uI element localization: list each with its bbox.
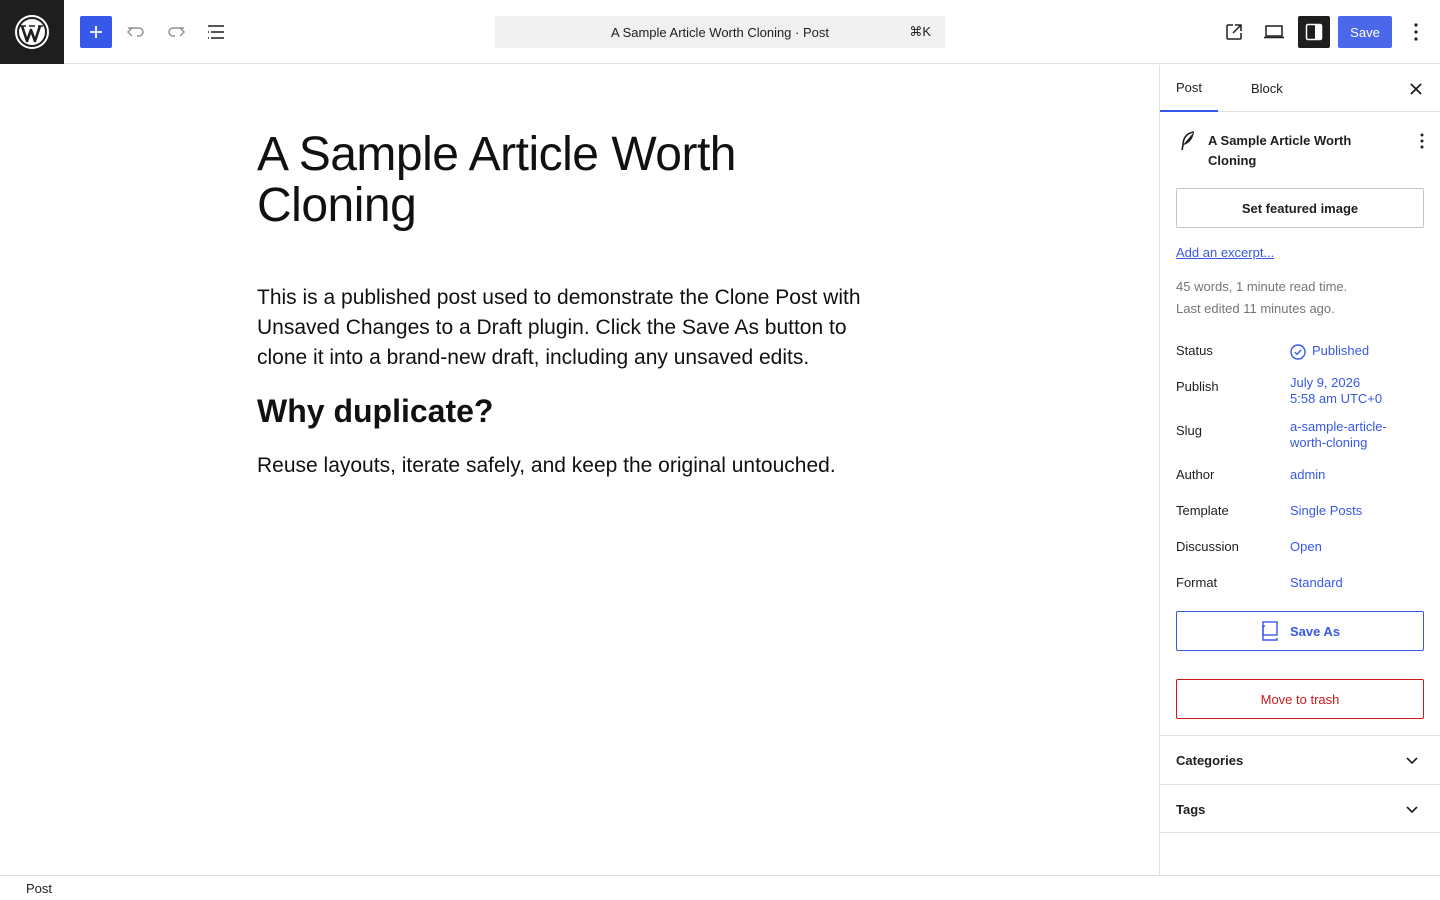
undo-icon [126,27,144,37]
save-as-button[interactable]: Save As [1176,611,1424,651]
tab-block[interactable]: Block [1235,65,1299,112]
external-link-icon [1226,24,1242,40]
author-label: Author [1176,467,1215,482]
document-overview-button[interactable] [200,16,232,48]
add-block-button[interactable] [80,16,112,48]
more-vertical-icon [1414,23,1418,41]
close-settings-button[interactable] [1404,77,1428,101]
more-vertical-icon [1420,133,1424,149]
redo-button[interactable] [160,16,192,48]
sidebar-icon [1305,23,1323,41]
slug-line2: worth-cloning [1290,435,1368,450]
publish-time: 5:58 am UTC+0 [1290,391,1383,406]
command-shortcut: ⌘K [909,24,931,39]
settings-toggle-button[interactable] [1298,16,1330,48]
add-excerpt-link[interactable]: Add an excerpt... [1176,245,1274,260]
settings-sidebar: Post Block A Sample Article Worth Clonin… [1159,65,1440,875]
duplicate-icon [1262,621,1278,641]
sidebar-tabs: Post Block [1160,65,1440,112]
chevron-down-icon [1400,749,1424,773]
plus-icon [90,26,102,38]
redo-icon [168,27,186,37]
wordpress-logo-button[interactable] [0,0,64,64]
format-value-button[interactable]: Standard [1290,575,1343,591]
discussion-label: Discussion [1176,539,1239,554]
slug-label: Slug [1176,423,1203,438]
preview-device-button[interactable] [1258,16,1290,48]
slug-line1: a-sample-article- [1290,419,1387,434]
post-actions-button[interactable] [1410,129,1434,153]
save-as-label: Save As [1289,623,1341,639]
wordpress-icon [15,15,49,49]
discussion-value-button[interactable]: Open [1290,539,1322,555]
options-button[interactable] [1400,16,1432,48]
status-value: Published [1312,343,1370,358]
publish-date: July 9, 2026 [1290,375,1361,390]
editor-canvas: A Sample Article Worth Cloning This is a… [0,65,1159,875]
desktop-icon [1264,25,1284,39]
template-value-button[interactable]: Single Posts [1290,503,1362,519]
tags-panel-toggle[interactable]: Tags [1160,784,1440,833]
heading-block[interactable]: Why duplicate? [257,391,493,431]
list-view-icon [208,25,224,39]
paragraph-block[interactable]: Reuse layouts, iterate safely, and keep … [257,451,897,481]
editor-header: A Sample Article Worth Cloning · Post ⌘K… [0,0,1440,64]
publish-label: Publish [1176,379,1219,394]
author-value-button[interactable]: admin [1290,467,1325,483]
command-palette-bar[interactable]: A Sample Article Worth Cloning · Post ⌘K [495,16,945,48]
post-title-block[interactable]: A Sample Article Worth Cloning [257,129,877,231]
post-card: A Sample Article Worth Cloning [1176,129,1426,173]
categories-panel-toggle[interactable]: Categories [1160,735,1440,784]
template-label: Template [1176,503,1229,518]
move-to-trash-button[interactable]: Move to trash [1176,679,1424,719]
status-label: Status [1176,343,1213,358]
document-title: A Sample Article Worth Cloning · Post [611,24,829,40]
close-icon [1410,83,1422,95]
word-count: 45 words, 1 minute read time. [1176,279,1348,294]
post-card-title: A Sample Article Worth Cloning [1208,133,1352,168]
slug-value-button[interactable]: a-sample-article- worth-cloning [1290,419,1387,451]
publish-date-button[interactable]: July 9, 2026 5:58 am UTC+0 [1290,375,1382,407]
set-featured-image-button[interactable]: Set featured image [1176,188,1424,228]
view-post-button[interactable] [1218,16,1250,48]
format-label: Format [1176,575,1218,590]
tags-panel-title: Tags [1176,802,1206,817]
save-button[interactable]: Save [1338,16,1392,48]
undo-button[interactable] [120,16,152,48]
chevron-down-icon [1400,798,1424,822]
tab-post[interactable]: Post [1160,65,1219,112]
last-edited: Last edited 11 minutes ago. [1176,301,1335,316]
status-value-button[interactable]: Published [1290,343,1369,360]
paragraph-block[interactable]: This is a published post used to demonst… [257,283,897,373]
published-check-icon [1290,343,1306,360]
feather-icon [1181,131,1195,151]
categories-panel-title: Categories [1176,753,1244,768]
block-breadcrumb-bar: Post [0,875,1440,900]
breadcrumb-post[interactable]: Post [26,881,52,896]
